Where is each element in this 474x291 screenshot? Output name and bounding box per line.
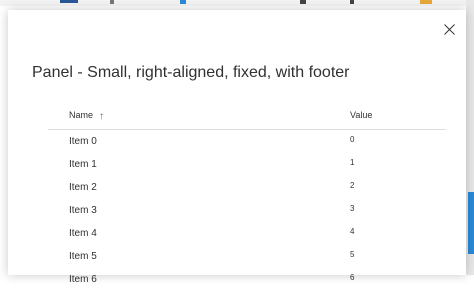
cell-name: Item 5 <box>69 251 97 262</box>
panel-title: Panel - Small, right-aligned, fixed, wit… <box>32 64 350 81</box>
background-fragment <box>180 0 186 4</box>
page-scrollbar-thumb[interactable] <box>468 192 474 254</box>
cell-value: 5 <box>350 250 355 259</box>
cell-value: 6 <box>350 273 355 282</box>
page-scrollbar[interactable] <box>466 0 474 275</box>
cell-name: Item 4 <box>69 228 97 239</box>
background-page-top-strip <box>0 0 474 6</box>
list-row[interactable]: Item 6 6 <box>48 268 446 291</box>
list-row[interactable]: Item 4 4 <box>48 222 446 245</box>
column-header-value[interactable]: Value <box>350 110 372 120</box>
cell-name: Item 6 <box>69 274 97 285</box>
background-fragment <box>350 0 354 4</box>
panel: Panel - Small, right-aligned, fixed, wit… <box>8 10 466 285</box>
cell-name: Item 0 <box>69 136 97 147</box>
list-header: Name ↑ Value <box>48 98 446 130</box>
background-fragment <box>60 0 78 3</box>
background-fragment <box>300 0 306 4</box>
list-row[interactable]: Item 5 5 <box>48 245 446 268</box>
close-icon <box>443 23 455 35</box>
cell-value: 0 <box>350 135 355 144</box>
list-row[interactable]: Item 0 0 <box>48 130 446 153</box>
cell-name: Item 3 <box>69 205 97 216</box>
column-header-name[interactable]: Name ↑ <box>69 110 104 122</box>
column-header-value-label: Value <box>350 110 373 120</box>
cell-value: 2 <box>350 181 355 190</box>
cell-name: Item 2 <box>69 182 97 193</box>
close-button[interactable] <box>439 19 459 39</box>
column-header-name-label: Name <box>69 110 94 120</box>
list-row[interactable]: Item 2 2 <box>48 176 446 199</box>
cell-value: 4 <box>350 227 355 236</box>
background-fragment <box>110 0 114 4</box>
list-row[interactable]: Item 3 3 <box>48 199 446 222</box>
details-list: Name ↑ Value Item 0 0 Item 1 1 Item 2 2 I… <box>48 98 446 291</box>
cell-value: 1 <box>350 158 355 167</box>
sort-ascending-arrow-icon: ↑ <box>99 111 105 122</box>
cell-value: 3 <box>350 204 355 213</box>
list-row[interactable]: Item 1 1 <box>48 153 446 176</box>
background-fragment <box>420 0 432 4</box>
cell-name: Item 1 <box>69 159 97 170</box>
